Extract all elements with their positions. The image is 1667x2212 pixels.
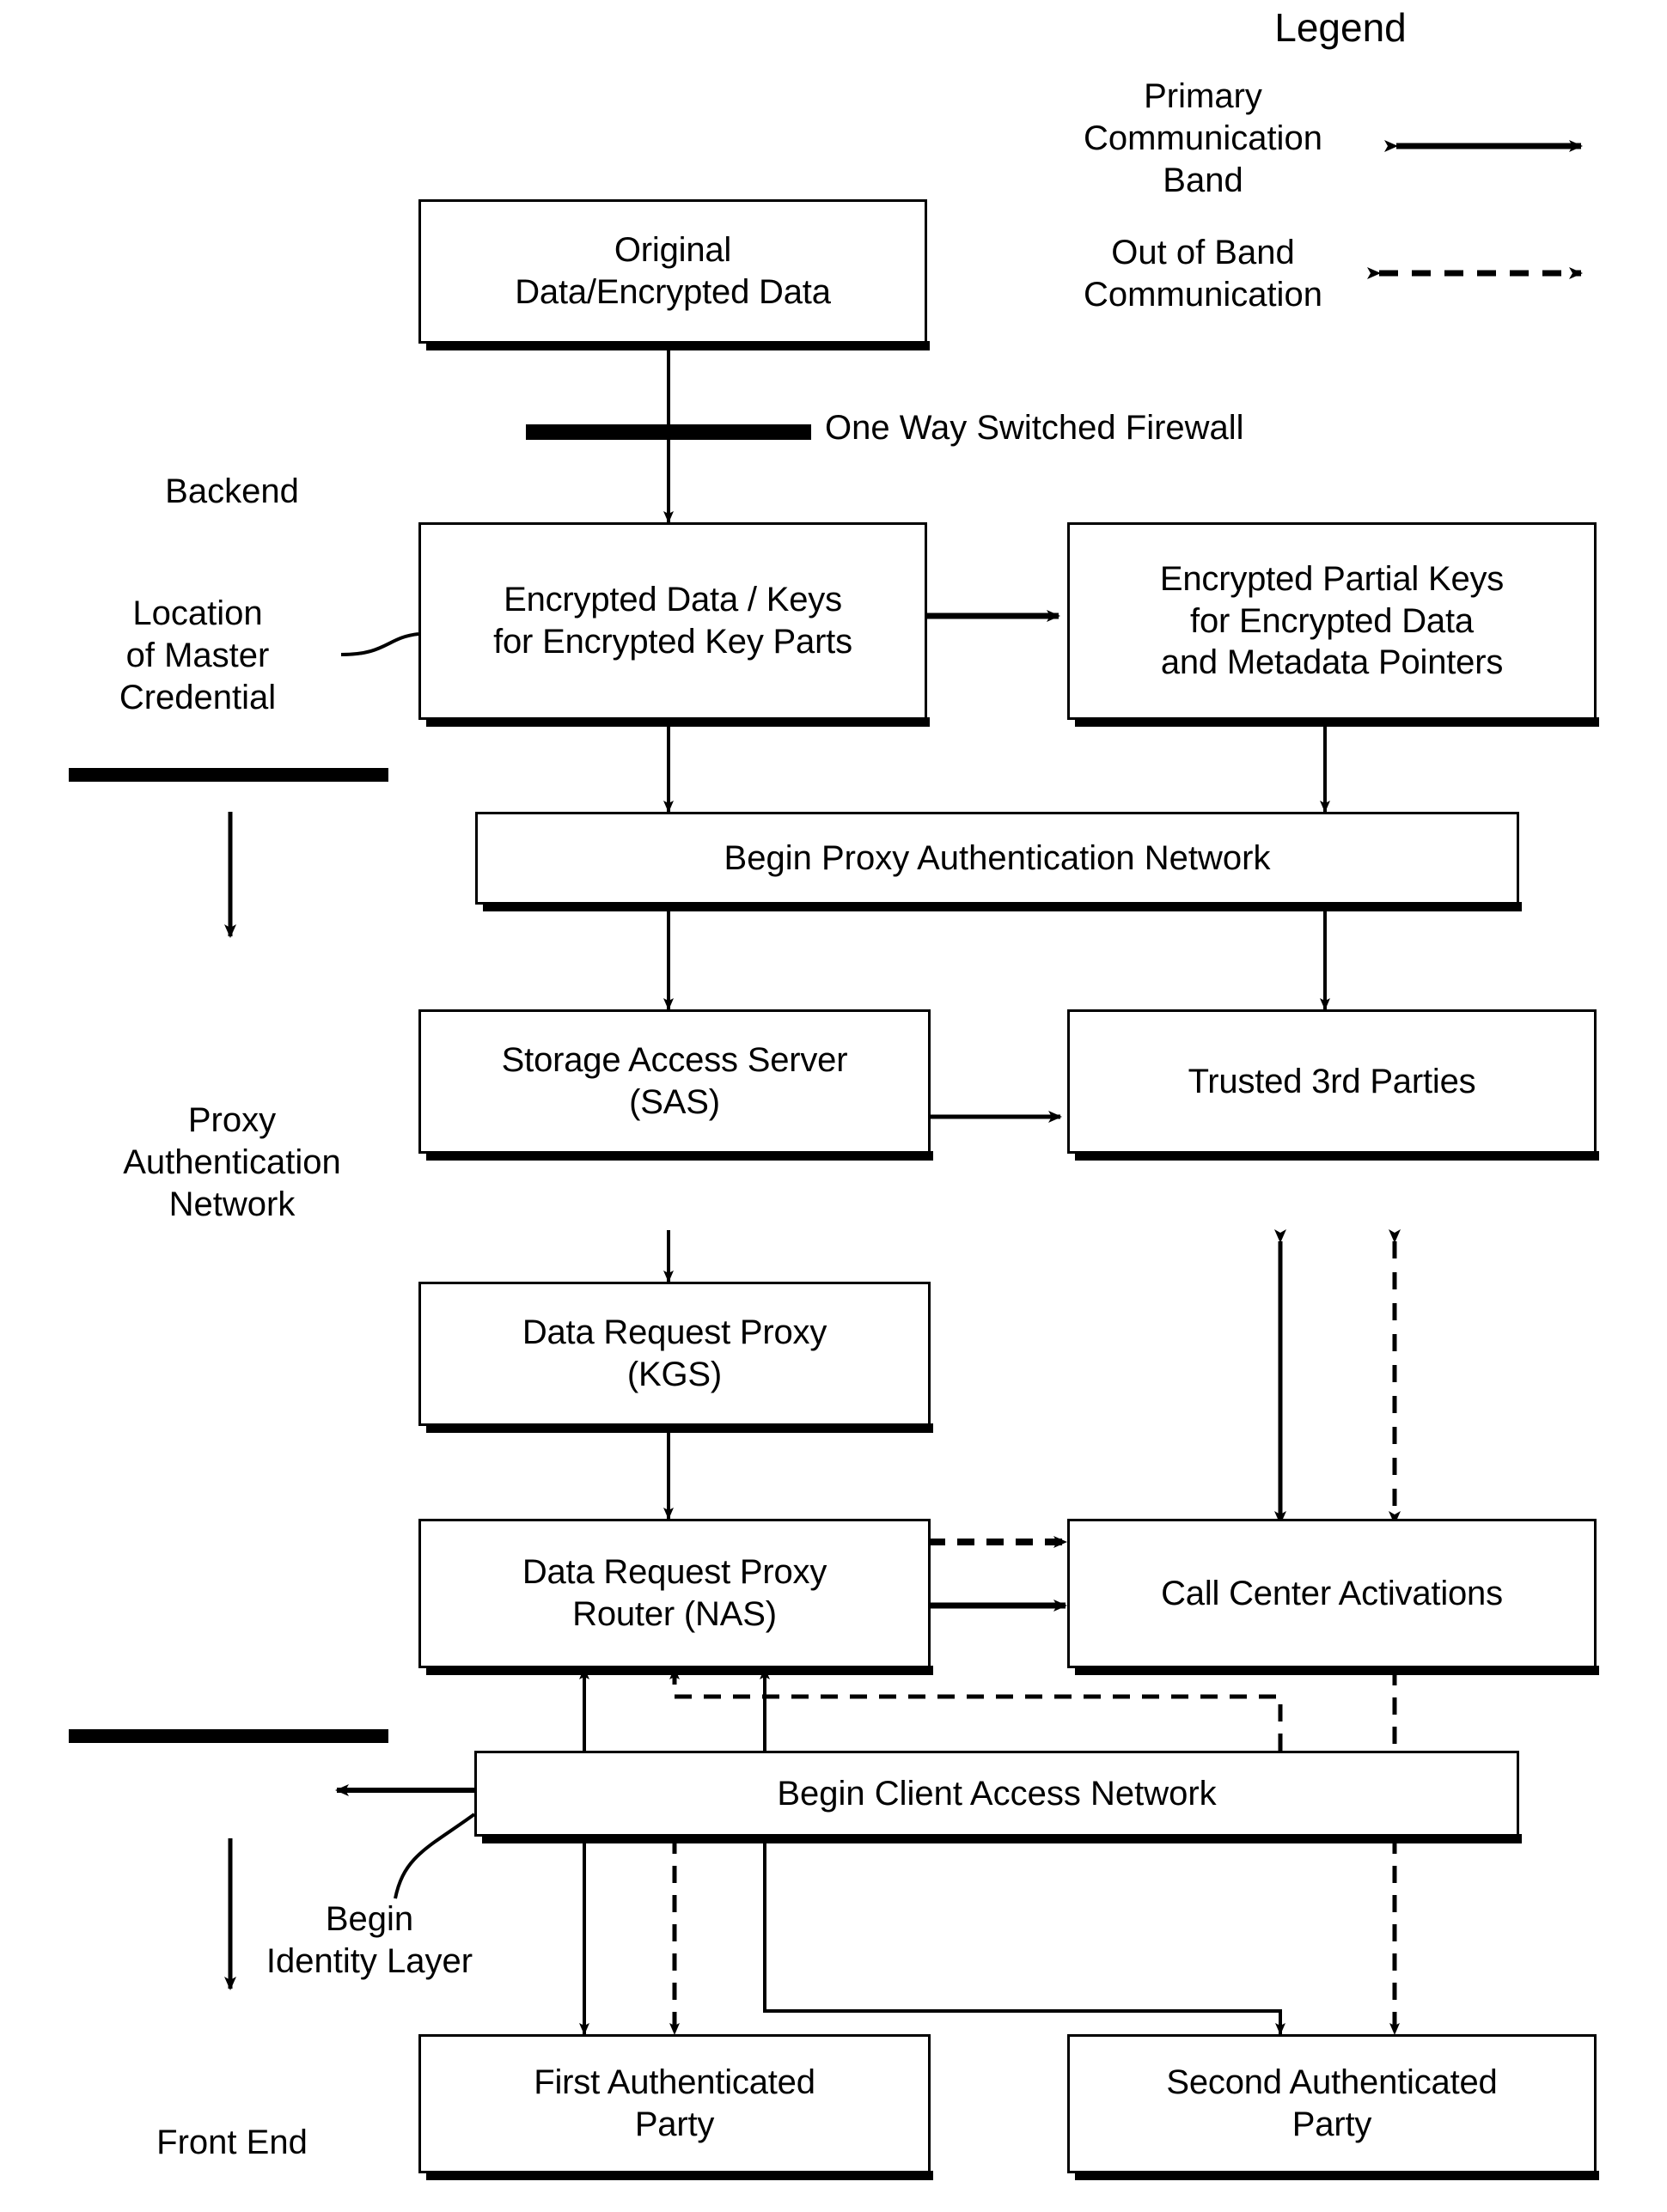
one-way-switched-firewall-label: One Way Switched Firewall (825, 409, 1244, 447)
node-data-request-proxy-kgs-label: Data Request Proxy (KGS) (522, 1313, 827, 1393)
node-second-authenticated-party[interactable]: Second Authenticated Party (1067, 2034, 1599, 2180)
legend-item-out-of-band-communication-label: Out of Band Communication (1084, 234, 1322, 314)
node-original-data[interactable]: Original Data/Encrypted Data (418, 199, 930, 350)
node-encrypted-data-keys[interactable]: Encrypted Data / Keys for Encrypted Key … (418, 522, 930, 727)
side-label-proxy-authentication-network: Proxy Authentication Network (123, 1101, 341, 1223)
node-begin-proxy-authentication-network-label: Begin Proxy Authentication Network (724, 838, 1271, 877)
section-divider-front-end (69, 1729, 388, 1743)
side-label-location-of-master-credential: Location of Master Credential (119, 594, 277, 716)
node-original-data-label: Original Data/Encrypted Data (515, 231, 831, 311)
patent-figure: Legend Primary Communication Band Out of… (0, 0, 1667, 2212)
node-encrypted-data-keys-label: Encrypted Data / Keys for Encrypted Key … (493, 581, 852, 661)
node-encrypted-partial-keys[interactable]: Encrypted Partial Keys for Encrypted Dat… (1067, 522, 1599, 727)
side-label-begin-identity-layer: Begin Identity Layer (266, 1900, 473, 1980)
node-first-authenticated-party-label: First Authenticated Party (534, 2063, 815, 2143)
side-label-front-end: Front End (156, 2124, 308, 2161)
node-encrypted-partial-keys-label: Encrypted Partial Keys for Encrypted Dat… (1159, 559, 1505, 682)
node-trusted-third-parties[interactable]: Trusted 3rd Parties (1067, 1009, 1599, 1161)
node-second-authenticated-party-label: Second Authenticated Party (1166, 2063, 1498, 2143)
section-divider-backend (69, 768, 388, 782)
node-call-center-activations-label: Call Center Activations (1161, 1574, 1503, 1612)
node-storage-access-server-label: Storage Access Server (SAS) (501, 1041, 848, 1121)
node-data-request-proxy-kgs[interactable]: Data Request Proxy (KGS) (418, 1282, 933, 1433)
node-data-request-proxy-router-nas[interactable]: Data Request Proxy Router (NAS) (418, 1519, 933, 1675)
legend-item-primary-communication-band-label: Primary Communication Band (1084, 77, 1322, 199)
node-begin-client-access-network[interactable]: Begin Client Access Network (474, 1751, 1522, 1843)
node-begin-proxy-authentication-network[interactable]: Begin Proxy Authentication Network (475, 812, 1522, 911)
node-call-center-activations[interactable]: Call Center Activations (1067, 1519, 1599, 1675)
side-label-backend: Backend (165, 472, 299, 510)
node-trusted-third-parties-label: Trusted 3rd Parties (1188, 1062, 1476, 1100)
node-first-authenticated-party[interactable]: First Authenticated Party (418, 2034, 933, 2180)
node-begin-client-access-network-label: Begin Client Access Network (777, 1774, 1217, 1813)
one-way-switched-firewall-bar (526, 424, 811, 440)
node-data-request-proxy-router-nas-label: Data Request Proxy Router (NAS) (522, 1553, 827, 1633)
node-storage-access-server[interactable]: Storage Access Server (SAS) (418, 1009, 933, 1161)
legend-title: Legend (1274, 5, 1407, 50)
